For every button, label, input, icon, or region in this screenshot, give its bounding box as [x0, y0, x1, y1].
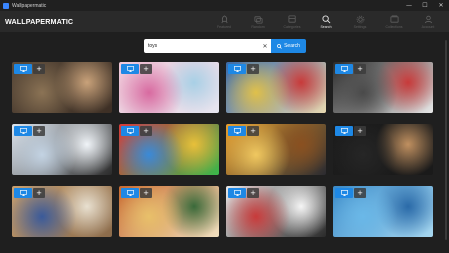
search-button[interactable]: Search	[271, 39, 306, 53]
search-button-label: Search	[284, 43, 300, 49]
add-to-collection-button[interactable]: +	[354, 126, 366, 136]
add-to-collection-button[interactable]: +	[140, 188, 152, 198]
set-wallpaper-button[interactable]	[335, 188, 353, 198]
wallpaper-card[interactable]: +	[226, 124, 326, 175]
add-to-collection-button[interactable]: +	[140, 126, 152, 136]
set-wallpaper-button[interactable]	[121, 188, 139, 198]
scrollbar[interactable]	[445, 40, 447, 240]
monitor-icon	[340, 128, 348, 134]
app-icon	[3, 2, 9, 9]
card-actions: +	[121, 188, 152, 198]
set-wallpaper-button[interactable]	[14, 126, 32, 136]
nav-label: Featured	[216, 24, 231, 29]
wallpaper-card[interactable]: +	[333, 186, 433, 237]
add-to-collection-button[interactable]: +	[140, 64, 152, 74]
user-icon	[424, 15, 432, 23]
window-controls: — ☐ ✕	[401, 0, 449, 11]
gear-icon	[356, 15, 364, 23]
wallpaper-card[interactable]: +	[119, 186, 219, 237]
search-input[interactable]	[144, 39, 271, 53]
set-wallpaper-button[interactable]	[121, 126, 139, 136]
set-wallpaper-button[interactable]	[228, 126, 246, 136]
nav-search[interactable]: Search	[309, 12, 343, 31]
monitor-icon	[126, 128, 134, 134]
set-wallpaper-button[interactable]	[228, 64, 246, 74]
add-to-collection-button[interactable]: +	[354, 64, 366, 74]
card-actions: +	[121, 64, 152, 74]
nav-label: Account	[421, 24, 435, 29]
card-actions: +	[228, 188, 259, 198]
set-wallpaper-button[interactable]	[335, 126, 353, 136]
search-icon	[277, 43, 282, 49]
wallpaper-card[interactable]: +	[119, 124, 219, 175]
card-actions: +	[14, 64, 45, 74]
set-wallpaper-button[interactable]	[14, 188, 32, 198]
card-actions: +	[335, 126, 366, 136]
monitor-icon	[19, 66, 27, 72]
set-wallpaper-button[interactable]	[121, 64, 139, 74]
wallpaper-card[interactable]: +	[333, 124, 433, 175]
wallpaper-card[interactable]: +	[226, 62, 326, 113]
add-to-collection-button[interactable]: +	[247, 64, 259, 74]
shuffle-icon	[253, 15, 263, 24]
monitor-icon	[19, 190, 27, 196]
nav-label: Search	[320, 24, 332, 29]
window-title: Wallpapermatic	[12, 2, 47, 9]
card-actions: +	[335, 64, 366, 74]
monitor-icon	[233, 190, 241, 196]
nav-categories[interactable]: Categories	[275, 12, 309, 31]
card-actions: +	[14, 126, 45, 136]
card-actions: +	[228, 126, 259, 136]
close-button[interactable]: ✕	[433, 0, 449, 11]
add-to-collection-button[interactable]: +	[33, 188, 45, 198]
nav-random[interactable]: Random	[241, 12, 275, 31]
add-to-collection-button[interactable]: +	[33, 64, 45, 74]
monitor-icon	[19, 128, 27, 134]
wallpaper-card[interactable]: +	[226, 186, 326, 237]
wallpaper-card[interactable]: +	[12, 186, 112, 237]
main-nav: Featured Random Categories Search Settings Co…	[207, 12, 445, 31]
minimize-button[interactable]: —	[401, 0, 417, 11]
wallpaper-card[interactable]: +	[119, 62, 219, 113]
maximize-button[interactable]: ☐	[417, 0, 433, 11]
card-actions: +	[121, 126, 152, 136]
rocket-icon	[220, 14, 228, 23]
monitor-icon	[233, 66, 241, 72]
monitor-icon	[340, 66, 348, 72]
monitor-icon	[126, 66, 134, 72]
categories-icon	[287, 14, 296, 23]
app-logo: WALLPAPERMATIC	[5, 17, 74, 26]
card-actions: +	[228, 64, 259, 74]
add-to-collection-button[interactable]: +	[247, 188, 259, 198]
nav-account[interactable]: Account	[411, 12, 445, 31]
nav-label: Collections	[385, 24, 403, 29]
collection-icon	[389, 14, 399, 23]
wallpaper-card[interactable]: +	[333, 62, 433, 113]
title-bar: Wallpapermatic — ☐ ✕	[0, 0, 449, 11]
wallpaper-card[interactable]: +	[12, 62, 112, 113]
nav-label: Random	[251, 24, 265, 29]
search-bar: ✕ Search	[144, 39, 306, 53]
set-wallpaper-button[interactable]	[335, 64, 353, 74]
add-to-collection-button[interactable]: +	[354, 188, 366, 198]
card-actions: +	[14, 188, 45, 198]
nav-label: Categories	[283, 24, 301, 29]
wallpaper-card[interactable]: +	[12, 124, 112, 175]
set-wallpaper-button[interactable]	[14, 64, 32, 74]
monitor-icon	[126, 190, 134, 196]
monitor-icon	[233, 128, 241, 134]
clear-search-button[interactable]: ✕	[260, 39, 270, 53]
nav-label: Settings	[353, 24, 367, 29]
nav-collections[interactable]: Collections	[377, 12, 411, 31]
card-actions: +	[335, 188, 366, 198]
nav-settings[interactable]: Settings	[343, 12, 377, 31]
app-header: WALLPAPERMATIC Featured Random Categories S…	[0, 11, 449, 32]
nav-featured[interactable]: Featured	[207, 12, 241, 31]
set-wallpaper-button[interactable]	[228, 188, 246, 198]
search-icon	[321, 14, 330, 23]
monitor-icon	[340, 190, 348, 196]
add-to-collection-button[interactable]: +	[247, 126, 259, 136]
add-to-collection-button[interactable]: +	[33, 126, 45, 136]
